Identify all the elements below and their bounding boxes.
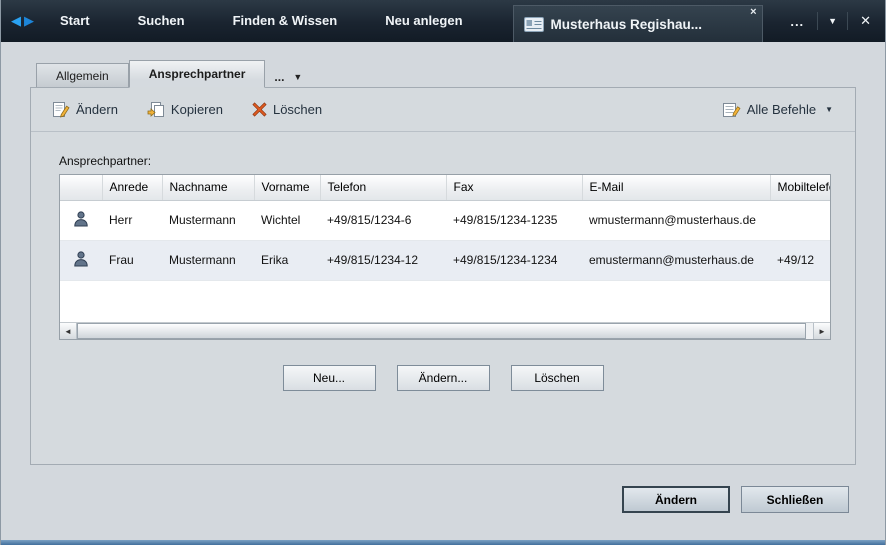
tab-suchen[interactable]: Suchen bbox=[114, 0, 209, 42]
delete-x-icon bbox=[252, 102, 267, 117]
column-header-anrede[interactable]: Anrede bbox=[102, 175, 162, 200]
delete-button[interactable]: Löschen bbox=[511, 365, 604, 391]
column-header-vorname[interactable]: Vorname bbox=[254, 175, 320, 200]
contact-card-icon bbox=[524, 17, 544, 32]
cell-vorname: Erika bbox=[254, 240, 320, 280]
footer-edit-button[interactable]: Ändern bbox=[622, 486, 730, 513]
column-header-telefon[interactable]: Telefon bbox=[320, 175, 446, 200]
commands-list-icon bbox=[723, 102, 741, 118]
toolbar-edit-label: Ändern bbox=[76, 102, 118, 117]
all-commands-label: Alle Befehle bbox=[747, 102, 816, 117]
cell-nachname: Mustermann bbox=[162, 200, 254, 240]
nav-arrows: ◀ ▶ bbox=[11, 0, 34, 42]
scrollbar-track[interactable] bbox=[806, 323, 813, 339]
scroll-left-button[interactable]: ◄ bbox=[60, 323, 77, 339]
cell-email: wmustermann@musterhaus.de bbox=[582, 200, 770, 240]
cell-anrede: Frau bbox=[102, 240, 162, 280]
tabstrip-dropdown-icon[interactable]: ▼ bbox=[293, 72, 302, 82]
titlebar: ◀ ▶ Start Suchen Finden & Wissen Neu anl… bbox=[1, 0, 885, 42]
cell-mobiltelefon bbox=[770, 200, 830, 240]
tab-start[interactable]: Start bbox=[36, 0, 114, 42]
tab-list-dropdown-icon[interactable]: ▼ bbox=[824, 16, 841, 26]
table-row[interactable]: Herr Mustermann Wichtel +49/815/1234-6 +… bbox=[60, 200, 830, 240]
row-icon-cell bbox=[60, 200, 102, 240]
tab-ansprechpartner[interactable]: Ansprechpartner bbox=[129, 60, 266, 88]
edit-button[interactable]: Ändern... bbox=[397, 365, 490, 391]
table-header-row: Anrede Nachname Vorname Telefon Fax E-Ma… bbox=[60, 175, 830, 200]
contacts-table: Anrede Nachname Vorname Telefon Fax E-Ma… bbox=[59, 174, 831, 340]
list-action-buttons: Neu... Ändern... Löschen bbox=[31, 365, 855, 391]
column-header-nachname[interactable]: Nachname bbox=[162, 175, 254, 200]
toolbar-delete-button[interactable]: Löschen bbox=[244, 98, 330, 121]
document-tab-close-icon[interactable]: × bbox=[750, 7, 756, 18]
toolbar-edit-button[interactable]: Ändern bbox=[45, 98, 126, 122]
cell-email: emustermann@musterhaus.de bbox=[582, 240, 770, 280]
horizontal-scrollbar[interactable]: ◄ ► bbox=[60, 322, 830, 339]
cell-telefon: +49/815/1234-12 bbox=[320, 240, 446, 280]
tab-overflow-button[interactable]: ... bbox=[783, 14, 811, 29]
row-icon-cell bbox=[60, 240, 102, 280]
new-button[interactable]: Neu... bbox=[283, 365, 376, 391]
person-icon bbox=[72, 250, 90, 267]
cell-mobiltelefon: +49/12 bbox=[770, 240, 830, 280]
window-bottom-edge bbox=[1, 540, 885, 545]
cell-nachname: Mustermann bbox=[162, 240, 254, 280]
tab-page-panel: Ändern Kopieren Lösche bbox=[30, 87, 856, 465]
scroll-right-button[interactable]: ► bbox=[813, 323, 830, 339]
footer: Ändern Schließen bbox=[622, 486, 849, 513]
table-row[interactable]: Frau Mustermann Erika +49/815/1234-12 +4… bbox=[60, 240, 830, 280]
tabstrip-overflow-button[interactable]: ... bbox=[274, 70, 284, 84]
document-tab-label: Musterhaus Regishau... bbox=[551, 17, 703, 32]
cell-anrede: Herr bbox=[102, 200, 162, 240]
separator bbox=[817, 12, 818, 30]
column-header-icon[interactable] bbox=[60, 175, 102, 200]
footer-close-button[interactable]: Schließen bbox=[741, 486, 849, 513]
separator bbox=[847, 12, 848, 30]
tab-neu-anlegen[interactable]: Neu anlegen bbox=[361, 0, 486, 42]
forward-icon[interactable]: ▶ bbox=[24, 0, 34, 42]
document-tab[interactable]: Musterhaus Regishau... × bbox=[513, 5, 763, 42]
chevron-down-icon: ▼ bbox=[825, 105, 833, 114]
toolbar-copy-button[interactable]: Kopieren bbox=[139, 98, 231, 122]
column-header-mobiltelefon[interactable]: Mobiltelefon bbox=[770, 175, 830, 200]
toolbar-delete-label: Löschen bbox=[273, 102, 322, 117]
app-window: ◀ ▶ Start Suchen Finden & Wissen Neu anl… bbox=[0, 0, 886, 545]
person-icon bbox=[72, 210, 90, 227]
window-close-icon[interactable]: ✕ bbox=[854, 13, 877, 29]
edit-icon bbox=[53, 102, 70, 118]
copy-icon bbox=[147, 102, 165, 118]
tab-allgemein[interactable]: Allgemein bbox=[36, 63, 129, 87]
cell-telefon: +49/815/1234-6 bbox=[320, 200, 446, 240]
back-icon[interactable]: ◀ bbox=[11, 0, 21, 42]
all-commands-button[interactable]: Alle Befehle ▼ bbox=[715, 98, 841, 122]
column-header-fax[interactable]: Fax bbox=[446, 175, 582, 200]
cell-fax: +49/815/1234-1234 bbox=[446, 240, 582, 280]
titlebar-right-controls: ... ▼ ✕ bbox=[783, 12, 877, 30]
column-header-email[interactable]: E-Mail bbox=[582, 175, 770, 200]
page-tabstrip: Allgemein Ansprechpartner ... ▼ bbox=[36, 59, 885, 87]
scrollbar-thumb[interactable] bbox=[77, 323, 806, 339]
cell-vorname: Wichtel bbox=[254, 200, 320, 240]
list-label: Ansprechpartner: bbox=[59, 154, 855, 168]
cell-fax: +49/815/1234-1235 bbox=[446, 200, 582, 240]
tab-finden-wissen[interactable]: Finden & Wissen bbox=[209, 0, 362, 42]
toolbar: Ändern Kopieren Lösche bbox=[31, 88, 855, 132]
toolbar-copy-label: Kopieren bbox=[171, 102, 223, 117]
